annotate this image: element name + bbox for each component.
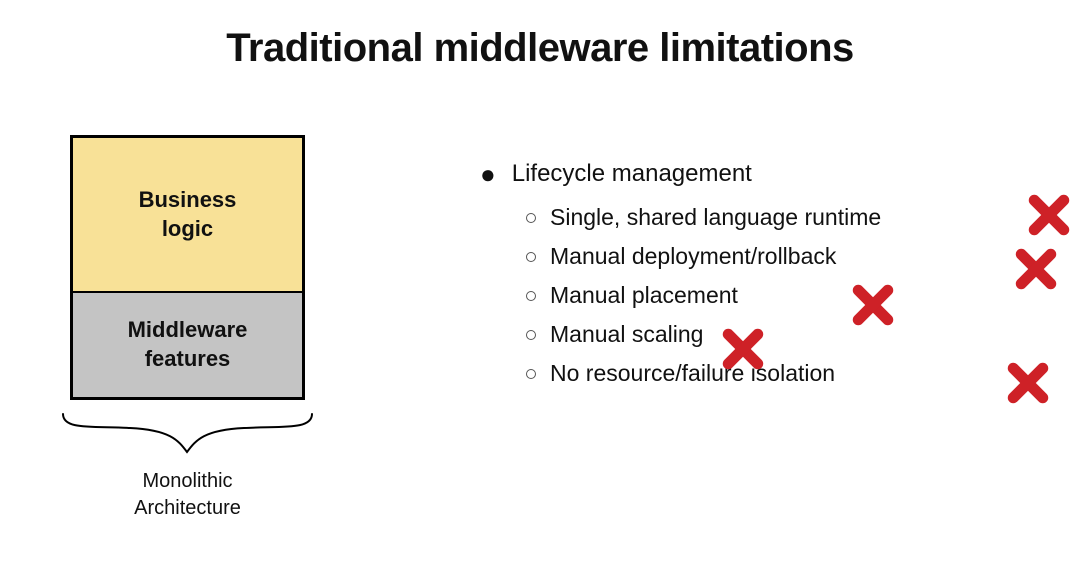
sub-bullet: Manual placement bbox=[526, 282, 1040, 309]
bullet-heading-text: Lifecycle management bbox=[512, 160, 752, 188]
bullet-heading: ● Lifecycle management bbox=[480, 160, 1040, 188]
hollow-bullet-icon bbox=[526, 252, 536, 262]
sub-bullet: Manual scaling bbox=[526, 321, 1040, 348]
architecture-caption: MonolithicArchitecture bbox=[70, 468, 305, 522]
sub-bullet-text: Manual deployment/rollback bbox=[550, 243, 836, 270]
sub-bullet-text: Manual scaling bbox=[550, 321, 703, 348]
slide: Traditional middleware limitations Busin… bbox=[0, 0, 1080, 570]
architecture-middleware-features: Middlewarefeatures bbox=[73, 293, 302, 397]
hollow-bullet-icon bbox=[526, 330, 536, 340]
slide-title: Traditional middleware limitations bbox=[0, 26, 1080, 71]
hollow-bullet-icon bbox=[526, 213, 536, 223]
sub-bullet: Manual deployment/rollback bbox=[526, 243, 1040, 270]
sub-bullet-text: Manual placement bbox=[550, 282, 738, 309]
red-x-icon bbox=[1026, 192, 1072, 238]
curly-brace-icon bbox=[60, 412, 315, 456]
hollow-bullet-icon bbox=[526, 369, 536, 379]
sub-bullet-text: Single, shared language runtime bbox=[550, 204, 881, 231]
sub-bullet: Single, shared language runtime bbox=[526, 204, 1040, 231]
sub-bullet: No resource/failure isolation bbox=[526, 360, 1040, 387]
architecture-stack: Businesslogic Middlewarefeatures bbox=[70, 135, 305, 400]
red-x-icon bbox=[850, 282, 896, 328]
hollow-bullet-icon bbox=[526, 291, 536, 301]
red-x-icon bbox=[1013, 246, 1059, 292]
architecture-business-logic: Businesslogic bbox=[73, 138, 302, 293]
red-x-icon bbox=[720, 326, 766, 372]
red-x-icon bbox=[1005, 360, 1051, 406]
bullet-dot-icon: ● bbox=[480, 160, 496, 188]
sub-bullet-text: No resource/failure isolation bbox=[550, 360, 835, 387]
